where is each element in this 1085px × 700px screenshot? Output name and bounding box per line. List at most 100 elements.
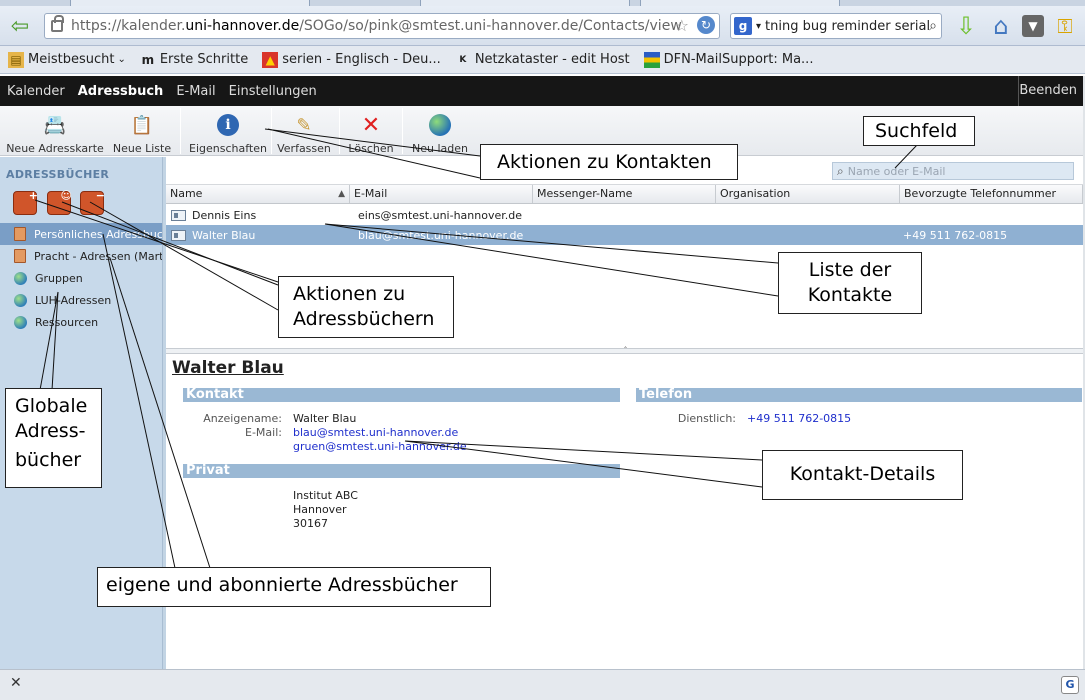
status-bar: ✕ G bbox=[0, 669, 1085, 700]
contact-card-icon bbox=[171, 209, 186, 221]
leo-icon: ▲ bbox=[262, 51, 279, 68]
pencil-icon: ✎ bbox=[296, 114, 312, 136]
toolbar-separator bbox=[402, 108, 403, 154]
chevron-down-icon[interactable]: ▾ bbox=[756, 21, 761, 32]
dfn-icon bbox=[643, 51, 660, 68]
new-list-button[interactable]: 📋 Neue Liste bbox=[112, 110, 172, 156]
bookmark-netzkataster[interactable]: K Netzkataster - edit Host bbox=[455, 52, 629, 68]
column-email[interactable]: E-Mail bbox=[350, 185, 533, 203]
bookmarks-toolbar: ▤ Meistbesucht ⌄ m Erste Schritte ▲ serien -… bbox=[0, 46, 1085, 74]
callout-contact-list: Liste der Kontakte bbox=[778, 252, 922, 314]
column-name[interactable]: Name ▲ bbox=[166, 185, 350, 203]
lock-icon bbox=[51, 15, 64, 32]
address-line: 30167 bbox=[293, 517, 328, 530]
write-button[interactable]: ✎ Verfassen bbox=[276, 110, 332, 156]
search-icon[interactable]: ⌕ bbox=[929, 18, 937, 34]
info-icon: i bbox=[215, 112, 241, 138]
toolbar-separator bbox=[339, 108, 340, 154]
menu-settings[interactable]: Einstellungen bbox=[222, 84, 323, 99]
browser-search-field[interactable]: g ▾ tning bug reminder serial e ⌕ bbox=[730, 13, 942, 39]
email-link-secondary[interactable]: gruen@smtest.uni-hannover.de bbox=[293, 440, 467, 453]
key-icon[interactable]: ⚿ bbox=[1050, 12, 1080, 40]
download-manager-icon[interactable]: ▼ bbox=[1022, 15, 1044, 37]
browser-search-text: tning bug reminder serial e bbox=[765, 18, 930, 34]
reload-icon[interactable]: ↻ bbox=[697, 16, 715, 34]
properties-button[interactable]: i Eigenschaften bbox=[188, 110, 268, 155]
column-organisation[interactable]: Organisation bbox=[716, 185, 900, 203]
globe-icon bbox=[14, 315, 27, 329]
globe-icon bbox=[14, 293, 27, 307]
callout-global-addressbooks: Globale Adress-bücher bbox=[5, 388, 102, 488]
menu-calendar[interactable]: Kalender bbox=[0, 84, 71, 99]
new-list-icon: 📋 bbox=[130, 114, 154, 136]
addressbook-item[interactable]: Pracht - Adressen (Mart bbox=[0, 245, 162, 267]
menu-addressbook[interactable]: Adressbuch bbox=[71, 84, 170, 99]
addressbook-item[interactable]: Persönliches Adressbuch bbox=[0, 223, 162, 245]
addressbook-item[interactable]: Gruppen bbox=[0, 267, 162, 289]
contact-list: Dennis Eins eins@smtest.uni-hannover.de … bbox=[166, 205, 1085, 245]
contact-card-icon bbox=[171, 229, 186, 241]
callout-addressbook-actions: Aktionen zu Adressbüchern bbox=[278, 276, 454, 338]
contact-row[interactable]: Walter Blau blau@smtest.uni-hannover.de … bbox=[166, 225, 1085, 245]
contacts-search-field[interactable]: ⌕ Name oder E-Mail bbox=[832, 162, 1074, 180]
folder-icon: ▤ bbox=[8, 51, 24, 68]
bookmark-meistbesucht[interactable]: ▤ Meistbesucht ⌄ bbox=[8, 51, 126, 68]
google-icon[interactable]: g bbox=[734, 17, 752, 35]
callout-contact-actions: Aktionen zu Kontakten bbox=[480, 144, 738, 180]
bookmark-star-icon[interactable]: ☆ bbox=[675, 16, 689, 35]
download-icon[interactable]: ⇩ bbox=[952, 12, 980, 40]
sidebar-title: ADRESSBÜCHER bbox=[6, 168, 110, 181]
bookmark-erste-schritte[interactable]: m Erste Schritte bbox=[140, 52, 249, 68]
toolbar-separator bbox=[271, 108, 272, 154]
contact-row[interactable]: Dennis Eins eins@smtest.uni-hannover.de bbox=[166, 205, 1085, 225]
callout-contact-details: Kontakt-Details bbox=[762, 450, 963, 500]
callout-search-field: Suchfeld bbox=[863, 116, 975, 146]
reload-button[interactable]: Neu laden bbox=[410, 110, 470, 155]
ks-icon: K bbox=[459, 54, 467, 65]
home-icon[interactable]: ⌂ bbox=[986, 12, 1016, 40]
email-link-primary[interactable]: blau@smtest.uni-hannover.de bbox=[293, 426, 458, 439]
display-name-label: Anzeigename: bbox=[203, 412, 282, 425]
section-contact: Kontakt bbox=[183, 388, 620, 402]
new-contact-icon: 📇 bbox=[43, 114, 67, 136]
url-text: https://kalender.uni-hannover.de/SOGo/so… bbox=[71, 18, 682, 34]
addressbook-item[interactable]: LUH-Adressen bbox=[0, 289, 162, 311]
callout-own-subscribed: eigene und abonnierte Adressbücher bbox=[97, 567, 491, 607]
remove-addressbook-button[interactable]: − bbox=[80, 189, 105, 215]
office-phone-link[interactable]: +49 511 762-0815 bbox=[747, 412, 851, 425]
address-line: Institut ABC bbox=[293, 489, 358, 502]
column-messenger[interactable]: Messenger-Name bbox=[533, 185, 716, 203]
subscribe-addressbook-icon: ☺ bbox=[60, 189, 72, 202]
search-icon: ⌕ bbox=[837, 163, 844, 178]
contact-list-header: Name ▲ E-Mail Messenger-Name Organisation… bbox=[166, 184, 1085, 204]
addressbook-item[interactable]: Ressourcen bbox=[0, 311, 162, 333]
addressbook-icon bbox=[14, 227, 26, 241]
toolbar-separator bbox=[180, 108, 181, 154]
greasemonkey-icon[interactable]: G bbox=[1061, 676, 1079, 694]
menu-email[interactable]: E-Mail bbox=[169, 84, 221, 99]
chevron-down-icon: ⌄ bbox=[117, 54, 126, 65]
refresh-globe-icon bbox=[427, 112, 453, 138]
globe-icon bbox=[14, 271, 27, 285]
contact-name-title: Walter Blau bbox=[172, 358, 284, 378]
menu-quit[interactable]: Beenden bbox=[1019, 83, 1077, 98]
back-arrow-icon[interactable]: ⇦ bbox=[4, 12, 36, 40]
contact-details-panel: Walter Blau Kontakt Telefon Anzeigename:… bbox=[166, 354, 1085, 669]
subscribe-addressbook-button[interactable]: ☺ bbox=[47, 189, 72, 215]
bookmark-serien[interactable]: ▲ serien - Englisch - Deu... bbox=[262, 51, 441, 68]
close-icon[interactable]: ✕ bbox=[10, 675, 22, 691]
new-card-button[interactable]: 📇 Neue Adresskarte bbox=[6, 110, 104, 156]
section-phone: Telefon bbox=[636, 388, 1082, 402]
delete-x-icon: ✕ bbox=[361, 112, 381, 138]
bookmark-dfn[interactable]: DFN-MailSupport: Ma... bbox=[643, 51, 813, 68]
add-addressbook-icon: + bbox=[28, 189, 38, 202]
url-bar[interactable]: https://kalender.uni-hannover.de/SOGo/so… bbox=[44, 13, 720, 39]
column-phone[interactable]: Bevorzugte Telefonnummer bbox=[900, 185, 1083, 203]
browser-navigation-bar: ⇦ https://kalender.uni-hannover.de/SOGo/… bbox=[0, 6, 1085, 46]
delete-button[interactable]: ✕ Löschen bbox=[346, 110, 396, 156]
add-addressbook-button[interactable]: + bbox=[13, 189, 38, 215]
addressbook-list: Persönliches Adressbuch Pracht - Adresse… bbox=[0, 223, 162, 333]
address-line: Hannover bbox=[293, 503, 347, 516]
section-private: Privat bbox=[183, 464, 620, 478]
office-phone-label: Dienstlich: bbox=[677, 412, 736, 425]
